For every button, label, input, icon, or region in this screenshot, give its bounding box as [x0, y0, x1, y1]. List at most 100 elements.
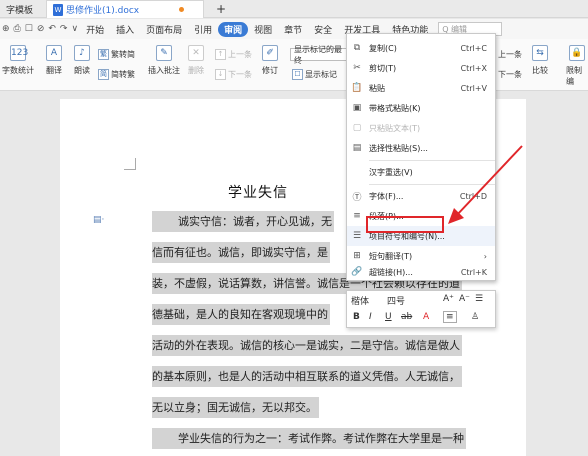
format-painter-icon[interactable]: ♙ [471, 312, 479, 322]
italic-icon[interactable]: I [369, 312, 372, 322]
button-label: 插入批注 [148, 66, 180, 75]
text-line[interactable]: 信而有征也。诚信，即诚实守信，是 [152, 242, 330, 263]
button-label: 繁转简 [111, 50, 135, 59]
tab-label: 字模板 [6, 5, 34, 16]
format-icon[interactable]: ⊘ [35, 24, 47, 34]
menu-item-label: 粘贴 [369, 83, 385, 93]
redo-icon[interactable]: ↷ [58, 24, 70, 34]
translate-button[interactable]: A 翻译 [46, 45, 62, 76]
word-count-button[interactable]: 123 字数统计 [2, 45, 34, 76]
prev-change-button[interactable]: 上一条 [498, 49, 522, 60]
menu-item-copy[interactable]: ⧉ 复制(C) Ctrl+C [347, 38, 495, 58]
tab-template[interactable]: 字模板 [0, 0, 39, 18]
grow-font-icon[interactable]: A⁺ [443, 294, 454, 304]
paste-special-icon: ▤ [352, 143, 362, 153]
text-line[interactable]: 诚实守信：诚者，开心见诚，无 [152, 211, 334, 232]
list-icon[interactable]: ☰ [475, 294, 483, 304]
compare-icon: ⇆ [532, 45, 548, 61]
next-change-button[interactable]: 下一条 [498, 69, 522, 80]
menu-insert[interactable]: 插入 [110, 23, 140, 36]
menu-security[interactable]: 安全 [308, 23, 338, 36]
chevron-down-icon[interactable]: ∨ [69, 24, 80, 34]
text-line[interactable]: 德基础，是人的良知在客观现境中的 [152, 304, 330, 325]
show-markup-button[interactable]: ☐ 显示标记 [292, 69, 337, 80]
menu-view[interactable]: 视图 [248, 23, 278, 36]
print-icon[interactable]: ⎙ [12, 24, 23, 34]
simp-to-trad-icon: 简 [98, 69, 109, 80]
button-label: 简转繁 [111, 70, 135, 79]
font-color-icon[interactable]: A [423, 312, 429, 322]
menu-item-paste[interactable]: 📋 粘贴 Ctrl+V [347, 78, 495, 98]
next-icon: ↓ [215, 69, 226, 80]
insert-comment-button[interactable]: ✎ 插入批注 [148, 45, 180, 76]
word-doc-icon: W [53, 3, 63, 16]
show-markup-icon: ☐ [292, 69, 303, 80]
prev-icon: ↑ [215, 49, 226, 60]
menu-chapter[interactable]: 章节 [278, 23, 308, 36]
button-label: 上一条 [228, 50, 252, 59]
button-label: 删除 [188, 66, 204, 75]
text-line[interactable]: 的基本原则，也是人的活动中相互联系的道义凭借。人无诚信， [152, 366, 462, 387]
menu-item-label: 复制(C) [369, 43, 397, 53]
menu-references[interactable]: 引用 [188, 23, 218, 36]
undo-icon[interactable]: ↶ [46, 24, 58, 34]
highlight-icon[interactable]: ab [401, 312, 412, 322]
menu-item-paste-text-only[interactable]: ▢ 只粘贴文本(T) [347, 118, 495, 138]
bold-icon[interactable]: B [353, 312, 360, 322]
paragraph-layout-icon[interactable]: ▤· [93, 215, 104, 225]
restrict-editing-button[interactable]: 🔒 限制编 [566, 45, 588, 87]
new-tab-button[interactable]: + [210, 0, 232, 18]
quick-access-icon[interactable]: ⊕ [0, 24, 12, 34]
review-ribbon: 123 字数统计 A 翻译 ♪ 朗读 繁繁转简 简简转繁 ✎ 插入批注 ✕ 删除… [0, 39, 588, 91]
align-icon[interactable]: ≡ [443, 311, 457, 323]
lock-icon: 🔒 [569, 45, 585, 61]
font-size-select[interactable]: 四号 [387, 294, 405, 307]
button-label: 比较 [532, 66, 548, 75]
word-count-icon: 123 [10, 45, 28, 61]
scissors-icon: ✂ [353, 63, 361, 73]
delete-comment-button[interactable]: ✕ 删除 [188, 45, 204, 76]
chevron-right-icon: › [483, 251, 487, 261]
red-arrow-annotation [448, 145, 523, 224]
next-comment-button[interactable]: ↓ 下一条 [215, 69, 252, 80]
revise-button[interactable]: ✐ 修订 [262, 45, 278, 76]
menu-item-paste-formatted[interactable]: ▣ 带格式粘贴(K) [347, 98, 495, 118]
highlight-box [366, 216, 444, 233]
menu-bar: ⊕ ⎙ ☐ ⊘ ↶ ↷ ∨ 开始 插入 页面布局 引用 审阅 视图 章节 安全 … [0, 19, 588, 39]
menu-item-label: 超链接(H)... [369, 267, 413, 277]
menu-page-layout[interactable]: 页面布局 [140, 23, 188, 36]
text-line[interactable]: 学业失信的行为之一：考试作弊。考试作弊在大学里是一种 [152, 428, 466, 449]
menu-start[interactable]: 开始 [80, 23, 110, 36]
preview-icon[interactable]: ☐ [23, 24, 35, 34]
document-title: 学业失信 [228, 185, 288, 201]
button-label: 下一条 [498, 70, 522, 79]
compare-button[interactable]: ⇆ 比较 [532, 45, 548, 76]
tab-document[interactable]: W 思修作业(1).docx [46, 0, 204, 18]
menu-item-hyperlink[interactable]: 🔗 超链接(H)... Ctrl+K [347, 262, 495, 282]
tab-label: 思修作业(1).docx [66, 6, 140, 16]
menu-item-label: 只粘贴文本(T) [369, 123, 421, 133]
text-line[interactable]: 活动的外在表现。诚信的核心一是诚实，二是守信。诚信是做人 [152, 335, 462, 356]
font-name-select[interactable]: 楷体 [351, 294, 369, 307]
comment-icon: ✎ [156, 45, 172, 61]
trad-to-simp-icon: 繁 [98, 49, 109, 60]
simp-to-trad-button[interactable]: 简简转繁 [98, 69, 135, 80]
button-label: 字数统计 [2, 66, 34, 75]
revise-icon: ✐ [262, 45, 278, 61]
shortcut-label: Ctrl+C [460, 43, 487, 53]
delete-comment-icon: ✕ [188, 45, 204, 61]
read-aloud-button[interactable]: ♪ 朗读 [74, 45, 90, 76]
prev-comment-button[interactable]: ↑ 上一条 [215, 49, 252, 60]
microphone-icon: ♪ [74, 45, 90, 61]
menu-item-label: 短句翻译(T) [369, 251, 413, 261]
menu-review[interactable]: 审阅 [218, 21, 249, 37]
menu-item-cut[interactable]: ✂ 剪切(T) Ctrl+X [347, 58, 495, 78]
text-line[interactable]: 无以立身；国无诚信，无以邦交。 [152, 397, 319, 418]
font-icon: Ⓣ [352, 192, 362, 203]
underline-icon[interactable]: U [385, 312, 392, 322]
paste-format-icon: ▣ [352, 103, 362, 113]
trad-to-simp-button[interactable]: 繁繁转简 [98, 49, 135, 60]
shrink-font-icon[interactable]: A⁻ [459, 294, 470, 304]
unsaved-dot-icon [179, 7, 185, 12]
markup-mode-select[interactable]: 显示标记的最终 [290, 45, 348, 65]
